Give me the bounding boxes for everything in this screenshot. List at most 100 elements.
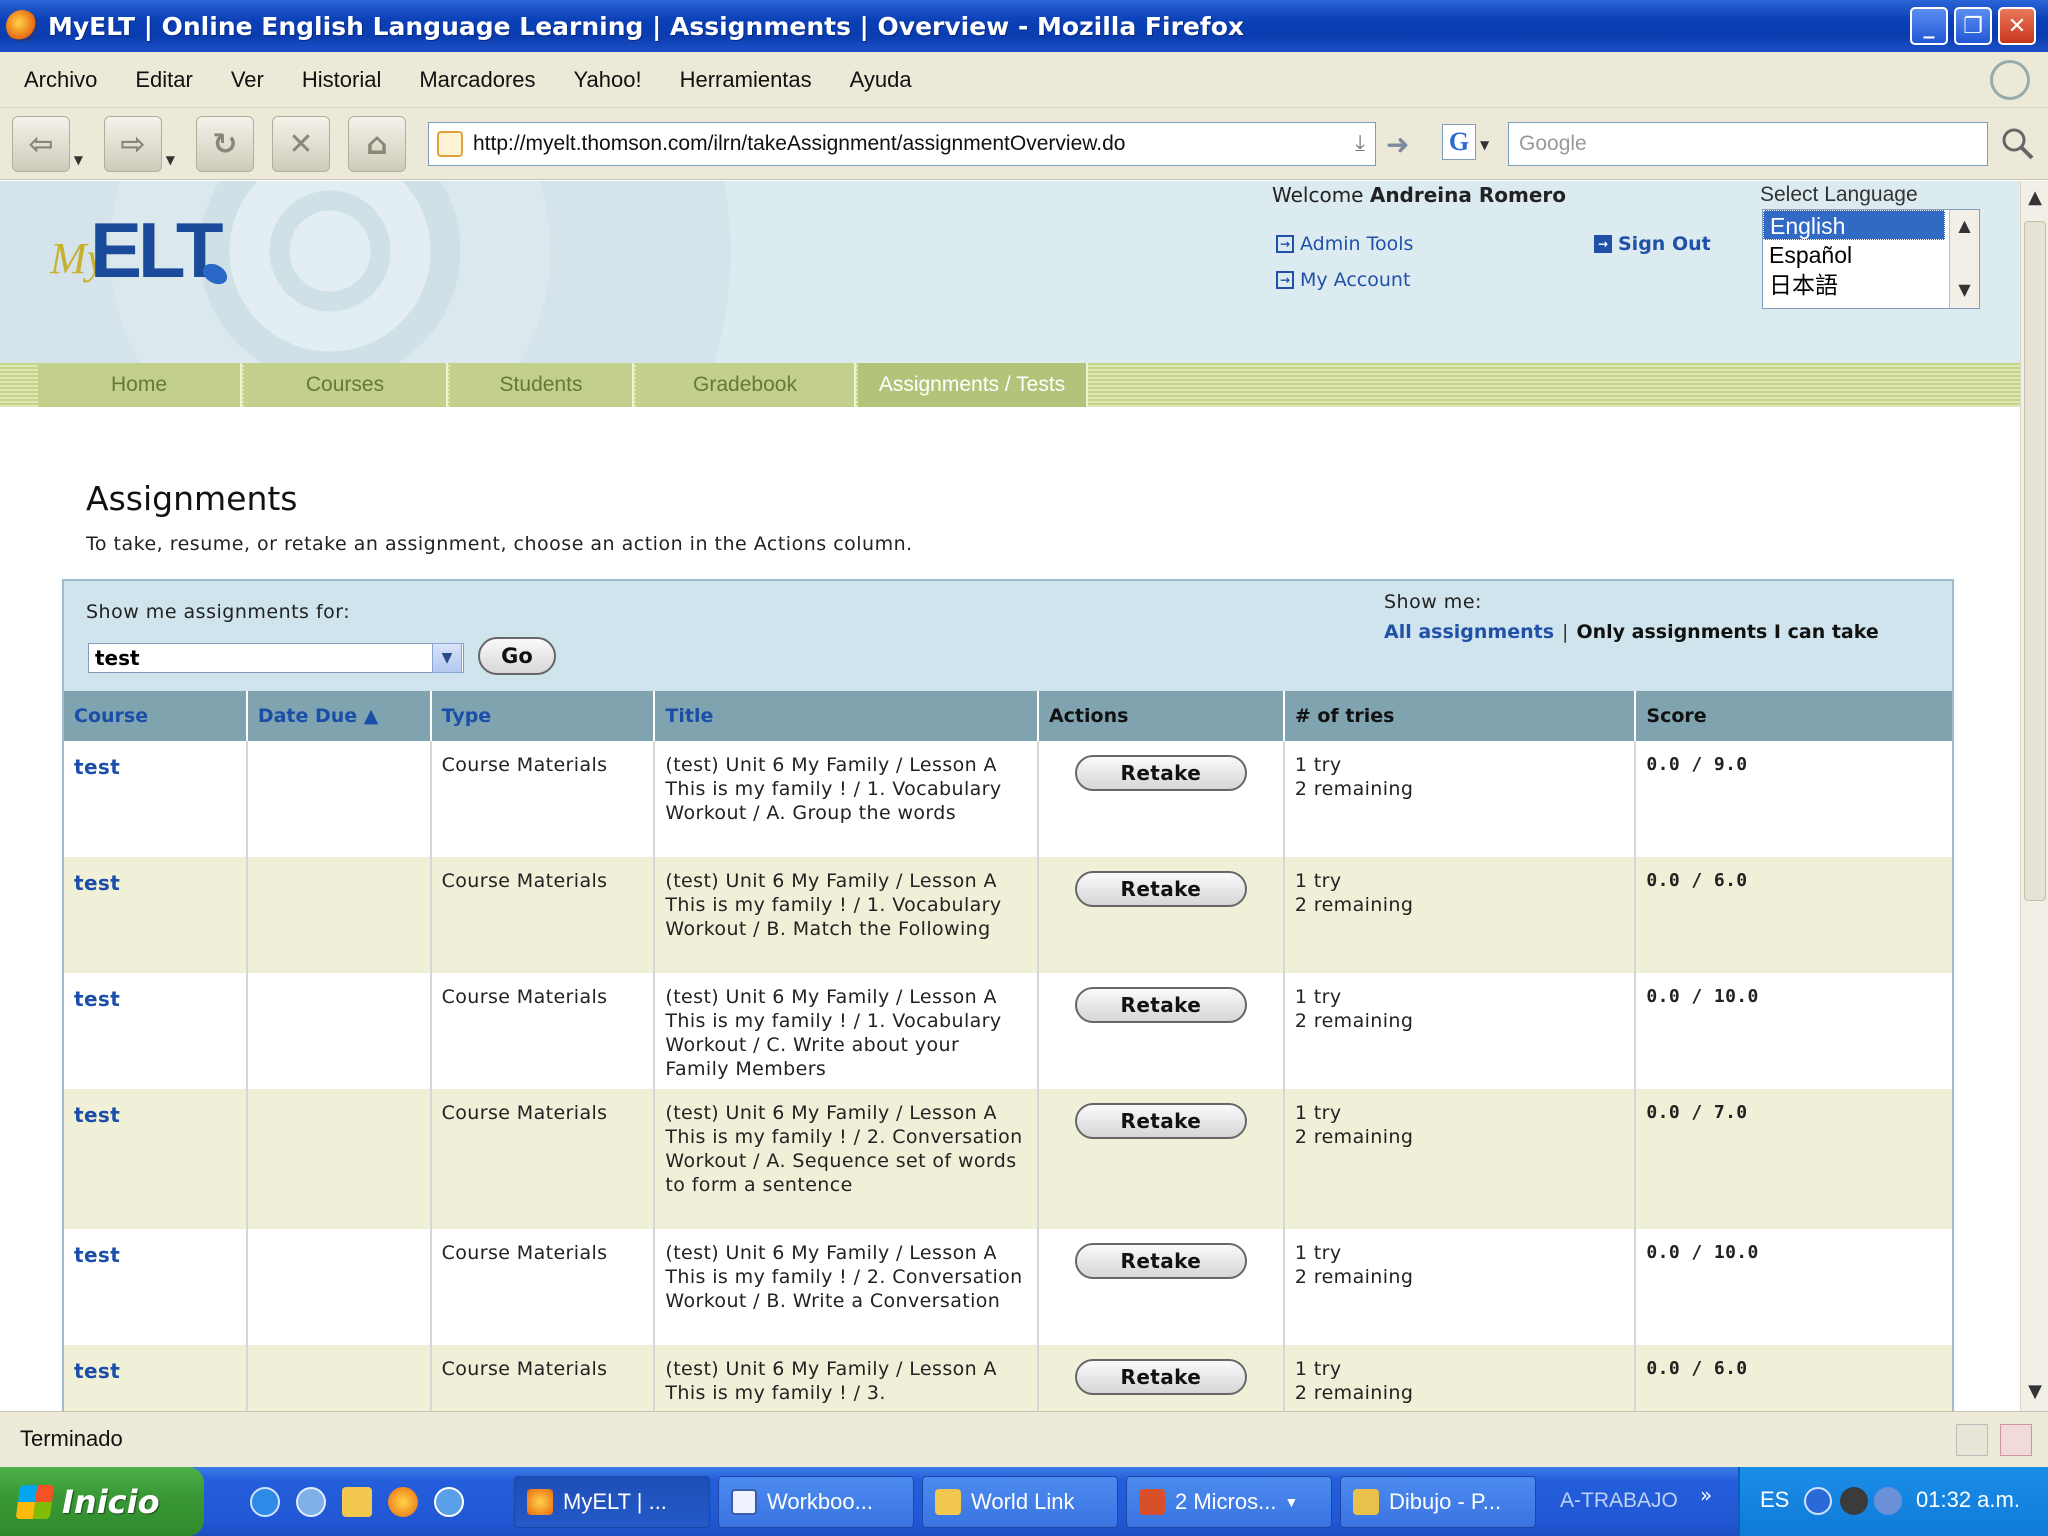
url-text[interactable]: http://myelt.thomson.com/ilrn/takeAssign… xyxy=(473,132,1125,156)
tries-cell: 1 try 2 remaining xyxy=(1282,1345,1636,1411)
scrollbar-thumb[interactable] xyxy=(2024,221,2046,901)
menu-historial[interactable]: Historial xyxy=(302,67,381,93)
menu-marcadores[interactable]: Marcadores xyxy=(419,67,535,93)
retake-button[interactable]: Retake xyxy=(1074,871,1247,907)
sign-out-link[interactable]: → Sign Out xyxy=(1594,233,1711,255)
menu-herramientas[interactable]: Herramientas xyxy=(680,67,812,93)
table-row: test Course Materials (test) Unit 6 My F… xyxy=(63,741,1953,857)
retake-button[interactable]: Retake xyxy=(1074,755,1247,791)
messenger-icon[interactable] xyxy=(1874,1487,1902,1515)
input-language[interactable]: ES xyxy=(1760,1487,1789,1513)
scroll-down-icon[interactable]: ▼ xyxy=(2023,1381,2047,1405)
score-cell: 0.0 / 7.0 xyxy=(1634,1089,1953,1229)
course-link[interactable]: test xyxy=(63,1089,247,1229)
scroll-up-icon[interactable]: ▲ xyxy=(2023,187,2047,211)
welcome-text: Welcome Andreina Romero xyxy=(1272,183,1567,207)
firefox-icon[interactable] xyxy=(388,1487,418,1517)
column-header-date-due[interactable]: Date Due ▲ xyxy=(245,691,431,741)
separator: | xyxy=(1562,621,1569,643)
column-header-title[interactable]: Title xyxy=(653,691,1038,741)
course-link[interactable]: test xyxy=(63,1345,247,1411)
toolbar-a-trabajo[interactable]: A-TRABAJO xyxy=(1560,1489,1678,1513)
internet-explorer-icon[interactable] xyxy=(250,1487,280,1517)
page-instructions: To take, resume, or retake an assignment… xyxy=(86,533,913,555)
folder-icon[interactable] xyxy=(342,1487,372,1517)
forward-button[interactable]: ⇨ ▼ xyxy=(104,116,175,172)
adblock-icon[interactable] xyxy=(2000,1424,2032,1456)
tab-home[interactable]: Home xyxy=(38,363,242,407)
tries-cell: 1 try 2 remaining xyxy=(1282,741,1636,857)
go-button[interactable]: Go xyxy=(478,637,556,675)
language-listbox[interactable]: English Español 日本語 ▲ ▼ xyxy=(1762,209,1980,309)
google-engine-icon[interactable]: G xyxy=(1442,124,1476,160)
search-engine-dropdown-icon[interactable]: ▼ xyxy=(1480,138,1489,152)
back-dropdown-icon[interactable]: ▼ xyxy=(74,153,83,167)
date-due-cell xyxy=(245,973,431,1089)
antivirus-icon[interactable] xyxy=(1840,1487,1868,1515)
window-title-bar[interactable]: MyELT | Online English Language Learning… xyxy=(0,0,2048,52)
myelt-logo[interactable]: My ELT xyxy=(50,205,250,295)
back-button[interactable]: ⇦ ▼ xyxy=(12,116,83,172)
task-myelt[interactable]: MyELT | ... xyxy=(514,1476,710,1528)
title-cell: (test) Unit 6 My Family / Lesson A This … xyxy=(653,1345,1038,1411)
url-bar[interactable]: http://myelt.thomson.com/ilrn/takeAssign… xyxy=(428,122,1376,166)
my-account-link[interactable]: → My Account xyxy=(1276,269,1410,291)
task-workbook[interactable]: Workboo... xyxy=(718,1476,914,1528)
tab-assignments-tests[interactable]: Assignments / Tests xyxy=(858,363,1088,407)
course-link[interactable]: test xyxy=(63,741,247,857)
forward-dropdown-icon[interactable]: ▼ xyxy=(166,153,175,167)
minimize-button[interactable]: _ xyxy=(1910,7,1948,45)
retake-button[interactable]: Retake xyxy=(1074,1243,1247,1279)
magnifier-icon[interactable] xyxy=(2000,126,2036,162)
language-option-japanese[interactable]: 日本語 xyxy=(1763,270,1945,300)
task-dibujo[interactable]: Dibujo - P... xyxy=(1340,1476,1536,1528)
task-world-link[interactable]: World Link xyxy=(922,1476,1118,1528)
start-button[interactable]: Inicio xyxy=(0,1467,204,1536)
tries-cell: 1 try 2 remaining xyxy=(1282,1089,1636,1229)
scroll-up-icon[interactable]: ▲ xyxy=(1950,210,1979,242)
retake-button[interactable]: Retake xyxy=(1074,987,1247,1023)
home-button[interactable]: ⌂ xyxy=(348,116,406,172)
course-link[interactable]: test xyxy=(63,1229,247,1345)
home-icon: ⌂ xyxy=(366,126,388,162)
column-header-type[interactable]: Type xyxy=(429,691,655,741)
tray-expand-icon[interactable] xyxy=(1804,1487,1832,1515)
menu-archivo[interactable]: Archivo xyxy=(24,67,97,93)
course-link[interactable]: test xyxy=(63,973,247,1089)
network-globe-icon[interactable] xyxy=(296,1487,326,1517)
column-header-course[interactable]: Course xyxy=(63,691,247,741)
course-link[interactable]: test xyxy=(63,857,247,973)
search-input[interactable]: Google xyxy=(1508,122,1988,166)
close-button[interactable]: ✕ xyxy=(1998,7,2036,45)
page-scrollbar[interactable]: ▲ ▼ xyxy=(2020,181,2048,1411)
menu-ayuda[interactable]: Ayuda xyxy=(850,67,912,93)
tab-gradebook[interactable]: Gradebook xyxy=(636,363,856,407)
type-cell: Course Materials xyxy=(429,857,655,973)
language-option-espanol[interactable]: Español xyxy=(1763,240,1945,270)
bookmark-dropdown-icon[interactable]: ⤓ xyxy=(1355,131,1365,156)
go-arrow-icon[interactable]: ➜ xyxy=(1386,128,1409,161)
reload-button[interactable]: ↻ xyxy=(196,116,254,172)
stop-button[interactable]: ✕ xyxy=(272,116,330,172)
tries-cell: 1 try 2 remaining xyxy=(1282,973,1636,1089)
menu-editar[interactable]: Editar xyxy=(135,67,192,93)
language-option-english[interactable]: English xyxy=(1763,210,1945,240)
all-assignments-link[interactable]: All assignments xyxy=(1384,621,1554,643)
course-select[interactable]: test xyxy=(88,643,464,673)
retake-button[interactable]: Retake xyxy=(1074,1359,1247,1395)
scroll-down-icon[interactable]: ▼ xyxy=(1950,274,1979,306)
search-icon[interactable] xyxy=(434,1487,464,1517)
toolbar-chevron-icon[interactable]: » xyxy=(1700,1483,1712,1507)
word-document-icon xyxy=(731,1489,757,1515)
language-scrollbar[interactable]: ▲ ▼ xyxy=(1949,210,1979,308)
menu-yahoo[interactable]: Yahoo! xyxy=(574,67,642,93)
menu-ver[interactable]: Ver xyxy=(231,67,264,93)
retake-button[interactable]: Retake xyxy=(1074,1103,1247,1139)
tab-courses[interactable]: Courses xyxy=(244,363,448,407)
tab-students[interactable]: Students xyxy=(450,363,634,407)
admin-tools-link[interactable]: → Admin Tools xyxy=(1276,233,1413,255)
task-microsoft-group[interactable]: 2 Micros... ▼ xyxy=(1126,1476,1332,1528)
chevron-down-icon[interactable]: ▼ xyxy=(432,643,462,673)
maximize-button[interactable]: ❐ xyxy=(1954,7,1992,45)
site-header: My ELT Welcome Andreina Romero → Admin T… xyxy=(0,181,2020,363)
